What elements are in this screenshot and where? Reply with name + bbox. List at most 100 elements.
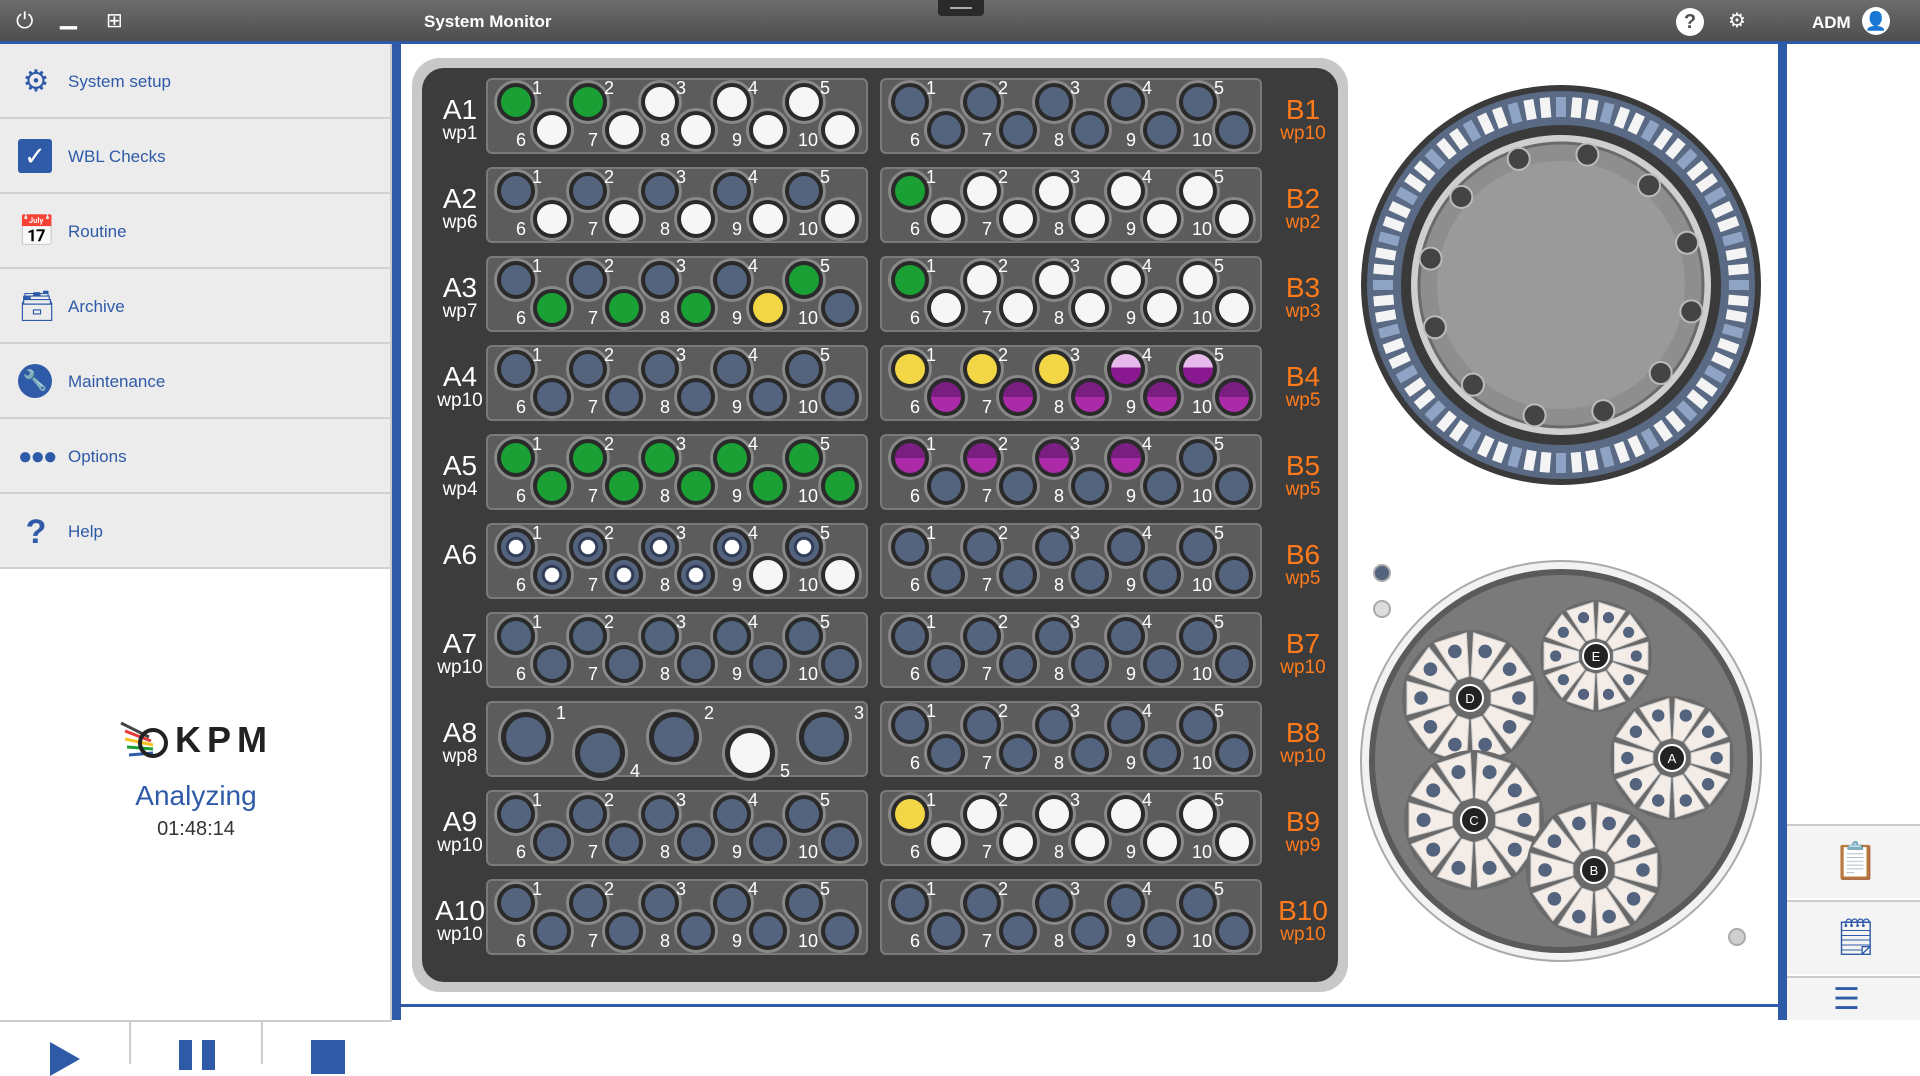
tray-hub[interactable]: C [1404, 750, 1544, 890]
reagent-slot[interactable] [1373, 263, 1395, 276]
power-icon[interactable]: ⏻ [16, 8, 33, 34]
reagent-slot[interactable] [1373, 294, 1395, 307]
sample-cup[interactable] [746, 286, 790, 330]
sample-cup[interactable] [602, 108, 646, 152]
sample-cup[interactable] [1068, 642, 1112, 686]
tray-position[interactable] [1679, 709, 1692, 722]
menu-help[interactable]: ? Help [0, 494, 390, 569]
tray-position[interactable] [1623, 626, 1635, 638]
sample-cup[interactable] [1140, 197, 1184, 241]
sample-cup[interactable] [602, 197, 646, 241]
sample-cup[interactable] [1140, 286, 1184, 330]
sample-cup[interactable] [818, 464, 862, 508]
tray-position[interactable] [1602, 688, 1615, 700]
help-icon[interactable]: ? [1676, 8, 1704, 36]
user-settings-icon[interactable]: ⚙ [1728, 8, 1746, 33]
sample-cup[interactable] [996, 553, 1040, 597]
sample-cup[interactable] [746, 197, 790, 241]
tray-position[interactable] [1512, 691, 1526, 705]
sample-cup[interactable] [924, 642, 968, 686]
sample-cup[interactable] [674, 464, 718, 508]
tray-position[interactable] [1550, 650, 1562, 662]
sample-cup[interactable] [1140, 108, 1184, 152]
menu-wbl-checks[interactable]: ✓ WBL Checks [0, 119, 390, 194]
sample-cup[interactable] [530, 642, 574, 686]
sample-cup[interactable] [674, 909, 718, 953]
sample-cup[interactable] [818, 286, 862, 330]
tray-position[interactable] [1577, 688, 1590, 700]
tray-position[interactable] [1636, 863, 1650, 877]
reagent-slot[interactable] [1539, 451, 1552, 473]
sample-cup[interactable] [674, 286, 718, 330]
sample-cup[interactable] [996, 464, 1040, 508]
pause-button[interactable] [131, 1022, 263, 1070]
sample-cup[interactable] [530, 464, 574, 508]
reagent-slot[interactable] [1727, 263, 1749, 276]
sample-cup[interactable] [996, 108, 1040, 152]
tray-position[interactable] [1630, 650, 1642, 662]
sample-cup[interactable] [1068, 197, 1112, 241]
sample-cup[interactable] [818, 820, 862, 864]
sample-cup[interactable] [1068, 909, 1112, 953]
tray-position[interactable] [1482, 860, 1497, 875]
sample-cup[interactable] [674, 642, 718, 686]
sample-cup[interactable] [996, 820, 1040, 864]
reagent-slot[interactable] [1556, 453, 1566, 473]
tray-position[interactable] [1478, 737, 1492, 752]
tray-position[interactable] [1547, 834, 1562, 849]
sample-cup[interactable] [924, 108, 968, 152]
stop-button[interactable] [263, 1022, 392, 1074]
sample-cup[interactable] [818, 375, 862, 419]
sample-cup[interactable] [746, 108, 790, 152]
tray-position[interactable] [1426, 842, 1441, 857]
tray-position[interactable] [1679, 794, 1692, 807]
play-button[interactable] [0, 1022, 132, 1076]
sample-cup[interactable] [1140, 375, 1184, 419]
sample-cup[interactable] [530, 375, 574, 419]
reagent-slot[interactable] [1539, 97, 1552, 119]
sample-cup[interactable] [602, 820, 646, 864]
sample-cup[interactable] [746, 909, 790, 953]
tray-position[interactable] [1572, 816, 1586, 831]
sample-cup[interactable] [646, 709, 702, 765]
clipboard-gear-button[interactable]: 📋 [1787, 824, 1920, 898]
tray-position[interactable] [1602, 816, 1616, 831]
tray-position[interactable] [1423, 719, 1438, 734]
sample-cup[interactable] [996, 731, 1040, 775]
sample-cup[interactable] [602, 464, 646, 508]
tray-position[interactable] [1502, 719, 1517, 734]
windows-icon[interactable]: ⊞ [106, 8, 123, 33]
tray-position[interactable] [1482, 765, 1497, 780]
menu-system-setup[interactable]: ⚙ System setup [0, 44, 390, 119]
minimize-icon[interactable]: ▁ [60, 4, 77, 30]
tray-position[interactable] [1626, 834, 1641, 849]
menu-options[interactable]: ●●● Options [0, 419, 390, 494]
tray-position[interactable] [1652, 709, 1665, 722]
tray-position[interactable] [1451, 860, 1466, 875]
menu-maintenance[interactable]: 🔧 Maintenance [0, 344, 390, 419]
sample-cup[interactable] [1140, 553, 1184, 597]
sample-cup[interactable] [996, 642, 1040, 686]
sample-cup[interactable] [924, 553, 968, 597]
reagent-carousel[interactable] [1360, 84, 1762, 486]
sample-cup[interactable] [530, 909, 574, 953]
sample-cup[interactable] [1212, 286, 1256, 330]
sample-cup[interactable] [674, 820, 718, 864]
tray-position[interactable] [1557, 674, 1569, 686]
tray-hub[interactable]: E [1540, 600, 1652, 712]
sample-cup[interactable] [746, 464, 790, 508]
sample-cup[interactable] [602, 642, 646, 686]
tray-position[interactable] [1507, 783, 1522, 798]
clipboard-clock-button[interactable]: 🗒 [1787, 900, 1920, 974]
sample-cup[interactable] [1212, 197, 1256, 241]
sample-cup[interactable] [818, 909, 862, 953]
tray-position[interactable] [1652, 794, 1665, 807]
sample-cup[interactable] [602, 375, 646, 419]
sample-cup[interactable] [796, 709, 852, 765]
reagent-slot[interactable] [1727, 294, 1749, 307]
drawer-handle[interactable] [938, 0, 984, 16]
sample-cup[interactable] [1212, 464, 1256, 508]
tray-position[interactable] [1448, 644, 1462, 659]
sample-cup[interactable] [1140, 464, 1184, 508]
tray-position[interactable] [1414, 691, 1428, 705]
